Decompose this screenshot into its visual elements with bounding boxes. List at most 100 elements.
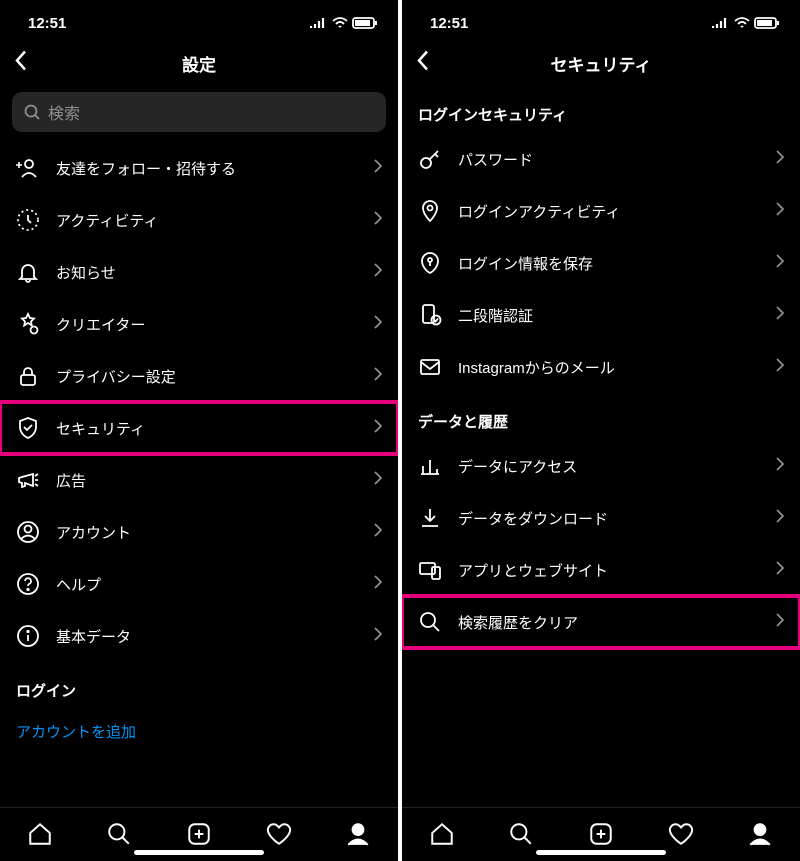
- megaphone-icon: [16, 468, 40, 492]
- profile-icon: [747, 821, 773, 847]
- add-account-link[interactable]: アカウントを追加: [0, 709, 398, 754]
- row-apps-websites[interactable]: アプリとウェブサイト: [402, 544, 800, 596]
- activity-tab[interactable]: [667, 820, 695, 848]
- section-login: ログイン: [0, 662, 398, 709]
- bars-icon: [418, 454, 442, 478]
- row-label: 基本データ: [56, 626, 358, 647]
- back-button[interactable]: [14, 50, 28, 77]
- header: セキュリティ: [402, 40, 800, 86]
- chevron-right-icon: [374, 315, 382, 334]
- row-emails[interactable]: Instagramからのメール: [402, 341, 800, 393]
- search-icon: [24, 104, 40, 120]
- chevron-right-icon: [374, 211, 382, 230]
- row-activity[interactable]: アクティビティ: [0, 194, 398, 246]
- row-label: セキュリティ: [56, 418, 358, 439]
- chevron-right-icon: [776, 150, 784, 169]
- search-tab[interactable]: [105, 820, 133, 848]
- row-label: プライバシー設定: [56, 366, 358, 387]
- shield-icon: [16, 416, 40, 440]
- row-password[interactable]: パスワード: [402, 133, 800, 185]
- account-icon: [16, 520, 40, 544]
- plus-square-icon: [588, 821, 614, 847]
- search-input[interactable]: 検索: [12, 92, 386, 132]
- row-download-data[interactable]: データをダウンロード: [402, 492, 800, 544]
- row-label: アプリとウェブサイト: [458, 560, 760, 581]
- row-two-factor[interactable]: 二段階認証: [402, 289, 800, 341]
- create-tab[interactable]: [185, 820, 213, 848]
- row-label: アクティビティ: [56, 210, 358, 231]
- chevron-right-icon: [776, 561, 784, 580]
- row-label: 二段階認証: [458, 305, 760, 326]
- chevron-right-icon: [776, 202, 784, 221]
- row-creator[interactable]: クリエイター: [0, 298, 398, 350]
- status-bar: 12:51: [0, 0, 398, 40]
- row-label: パスワード: [458, 149, 760, 170]
- status-icons: [310, 17, 378, 29]
- chevron-right-icon: [776, 457, 784, 476]
- home-indicator[interactable]: [134, 850, 264, 855]
- chevron-right-icon: [374, 575, 382, 594]
- chevron-right-icon: [374, 263, 382, 282]
- row-ads[interactable]: 広告: [0, 454, 398, 506]
- row-save-login[interactable]: ログイン情報を保存: [402, 237, 800, 289]
- row-privacy[interactable]: プライバシー設定: [0, 350, 398, 402]
- wifi-icon: [734, 17, 750, 29]
- section-data-history: データと履歴: [402, 393, 800, 440]
- battery-icon: [352, 17, 378, 29]
- row-follow-invite[interactable]: 友達をフォロー・招待する: [0, 142, 398, 194]
- plus-square-icon: [186, 821, 212, 847]
- chevron-right-icon: [776, 509, 784, 528]
- chevron-right-icon: [374, 419, 382, 438]
- create-tab[interactable]: [587, 820, 615, 848]
- bell-icon: [16, 260, 40, 284]
- status-bar: 12:51: [402, 0, 800, 40]
- heart-icon: [266, 821, 292, 847]
- search-icon: [106, 821, 132, 847]
- chevron-right-icon: [776, 306, 784, 325]
- chevron-left-icon: [14, 50, 28, 72]
- status-time: 12:51: [430, 15, 468, 32]
- home-indicator[interactable]: [536, 850, 666, 855]
- page-title: 設定: [182, 51, 216, 76]
- chevron-left-icon: [416, 50, 430, 72]
- activity-icon: [16, 208, 40, 232]
- search-placeholder: 検索: [48, 100, 80, 124]
- row-security[interactable]: セキュリティ: [0, 402, 398, 454]
- row-account[interactable]: アカウント: [0, 506, 398, 558]
- search-icon: [508, 821, 534, 847]
- lock-icon: [16, 364, 40, 388]
- activity-tab[interactable]: [265, 820, 293, 848]
- row-notifications[interactable]: お知らせ: [0, 246, 398, 298]
- keyhole-icon: [418, 251, 442, 275]
- signal-icon: [712, 17, 730, 29]
- header: 設定: [0, 40, 398, 86]
- row-label: データをダウンロード: [458, 508, 760, 529]
- home-tab[interactable]: [428, 820, 456, 848]
- row-about[interactable]: 基本データ: [0, 610, 398, 662]
- row-label: クリエイター: [56, 314, 358, 335]
- security-screen: 12:51 セキュリティ ログインセキュリティ パスワード ログインアクティビテ…: [402, 0, 800, 861]
- row-help[interactable]: ヘルプ: [0, 558, 398, 610]
- home-tab[interactable]: [26, 820, 54, 848]
- row-label: お知らせ: [56, 262, 358, 283]
- profile-tab[interactable]: [746, 820, 774, 848]
- page-title: セキュリティ: [551, 51, 652, 76]
- home-icon: [27, 821, 53, 847]
- status-time: 12:51: [28, 15, 66, 32]
- row-login-activity[interactable]: ログインアクティビティ: [402, 185, 800, 237]
- back-button[interactable]: [416, 50, 430, 77]
- chevron-right-icon: [374, 627, 382, 646]
- search-tab[interactable]: [507, 820, 535, 848]
- row-label: ログイン情報を保存: [458, 253, 760, 274]
- row-label: データにアクセス: [458, 456, 760, 477]
- profile-icon: [345, 821, 371, 847]
- row-clear-search-history[interactable]: 検索履歴をクリア: [402, 596, 800, 648]
- chevron-right-icon: [374, 523, 382, 542]
- add-person-icon: [16, 156, 40, 180]
- row-access-data[interactable]: データにアクセス: [402, 440, 800, 492]
- wifi-icon: [332, 17, 348, 29]
- profile-tab[interactable]: [344, 820, 372, 848]
- settings-screen: 12:51 設定 検索 友達をフォロー・招待する アクティビティ: [0, 0, 398, 861]
- settings-content: 検索 友達をフォロー・招待する アクティビティ お知らせ クリエイター プライバ…: [0, 86, 398, 807]
- status-icons: [712, 17, 780, 29]
